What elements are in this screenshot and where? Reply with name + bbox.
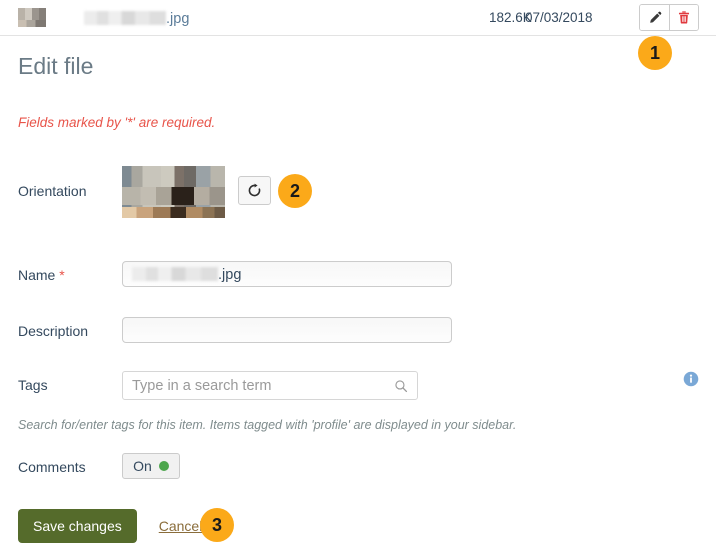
name-required-star: *: [59, 267, 65, 283]
comments-row: Comments On: [18, 453, 180, 479]
name-extension: .jpg: [218, 267, 242, 283]
tags-row: Tags Type in a search term: [18, 371, 418, 400]
delete-file-button[interactable]: [669, 5, 698, 30]
description-label: Description: [18, 323, 89, 339]
tags-input-placeholder: Type in a search term: [132, 377, 272, 394]
edit-file-button[interactable]: [640, 5, 669, 30]
search-icon[interactable]: [394, 379, 408, 393]
required-fields-note: Fields marked by '*' are required.: [18, 115, 216, 130]
rotate-image-button[interactable]: [238, 176, 271, 205]
file-header-row: .jpg 182.6K 07/03/2018: [0, 0, 716, 36]
description-input[interactable]: [122, 317, 452, 343]
save-changes-button[interactable]: Save changes: [18, 509, 137, 543]
description-row: Description: [18, 317, 452, 343]
comments-toggle[interactable]: On: [122, 453, 180, 479]
file-actions-group: [639, 4, 699, 31]
redacted-filename: [84, 10, 166, 25]
page-title: Edit file: [18, 53, 94, 79]
orientation-label: Orientation: [18, 183, 87, 199]
file-extension: .jpg: [166, 10, 190, 27]
name-input[interactable]: .jpg: [122, 261, 452, 287]
trash-icon: [679, 11, 689, 24]
tags-label: Tags: [18, 377, 48, 393]
comments-label: Comments: [18, 459, 86, 475]
callout-badge-1: 1: [638, 36, 672, 70]
orientation-row: Orientation: [18, 166, 271, 218]
rotate-clockwise-icon: [248, 183, 261, 197]
callout-badge-3: 3: [200, 508, 234, 542]
info-icon[interactable]: [683, 371, 699, 387]
comments-toggle-indicator: [158, 461, 169, 471]
orientation-preview-image: [122, 166, 225, 218]
name-label: Name *: [18, 261, 122, 284]
comments-toggle-label: On: [133, 458, 152, 474]
form-actions: Save changes Cancel: [18, 509, 202, 543]
pencil-icon: [649, 11, 661, 23]
redacted-name-text: [132, 267, 218, 281]
callout-badge-2: 2: [278, 174, 312, 208]
name-label-text: Name: [18, 267, 56, 283]
tags-help-text: Search for/enter tags for this item. Ite…: [18, 418, 517, 432]
file-thumbnail: [18, 8, 46, 27]
file-date: 07/03/2018: [525, 10, 593, 25]
tags-input[interactable]: Type in a search term: [122, 371, 418, 400]
name-input-value: .jpg: [132, 265, 241, 283]
file-name-label: .jpg: [84, 9, 189, 27]
cancel-link[interactable]: Cancel: [159, 518, 203, 534]
name-row: Name * .jpg: [18, 261, 452, 287]
